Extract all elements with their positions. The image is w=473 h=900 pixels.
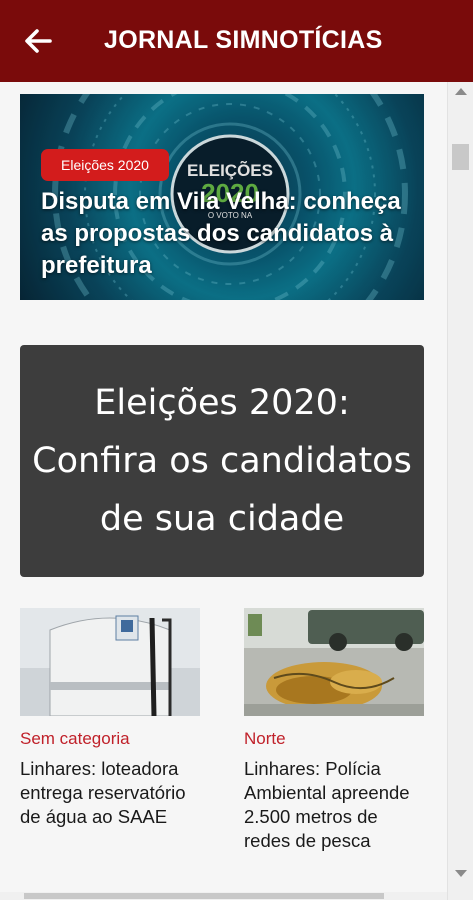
banner-text: Eleições 2020: Confira os candidatos de … bbox=[32, 383, 412, 539]
news-feed[interactable]: ELEIÇÕES 2020 O VOTO NA Eleições 2020 Di… bbox=[0, 82, 447, 892]
scroll-down-arrow-icon[interactable] bbox=[455, 870, 467, 877]
card-title[interactable]: Linhares: loteadora entrega reservatório… bbox=[20, 757, 200, 829]
featured-article[interactable]: ELEIÇÕES 2020 O VOTO NA Eleições 2020 Di… bbox=[20, 94, 424, 300]
card-category[interactable]: Norte bbox=[244, 729, 424, 749]
card-title[interactable]: Linhares: Polícia Ambiental apreende 2.5… bbox=[244, 757, 424, 853]
news-card[interactable]: Sem categoria Linhares: loteadora entreg… bbox=[20, 608, 200, 829]
news-card[interactable]: Norte Linhares: Polícia Ambiental apreen… bbox=[244, 608, 424, 853]
app-title: JORNAL SIMNOTÍCIAS bbox=[104, 26, 383, 54]
app-bar: JORNAL SIMNOTÍCIAS bbox=[0, 0, 473, 82]
fishing-nets-image bbox=[244, 608, 424, 716]
water-tank-image bbox=[20, 608, 200, 716]
horizontal-scroll-thumb[interactable] bbox=[24, 893, 384, 899]
category-badge[interactable]: Eleições 2020 bbox=[41, 149, 169, 181]
featured-title[interactable]: Disputa em Vila Velha: conheça as propos… bbox=[41, 186, 424, 282]
card-image-fishing-nets bbox=[244, 608, 424, 716]
horizontal-scrollbar[interactable] bbox=[0, 892, 447, 900]
card-image-reservoir bbox=[20, 608, 200, 716]
card-category[interactable]: Sem categoria bbox=[20, 729, 200, 749]
scroll-up-arrow-icon[interactable] bbox=[455, 88, 467, 95]
elections-banner[interactable]: Eleições 2020: Confira os candidatos de … bbox=[20, 345, 424, 577]
back-button[interactable] bbox=[22, 24, 54, 58]
scroll-thumb[interactable] bbox=[452, 144, 469, 170]
arrow-left-icon bbox=[25, 29, 52, 53]
vertical-scrollbar[interactable] bbox=[447, 82, 473, 900]
